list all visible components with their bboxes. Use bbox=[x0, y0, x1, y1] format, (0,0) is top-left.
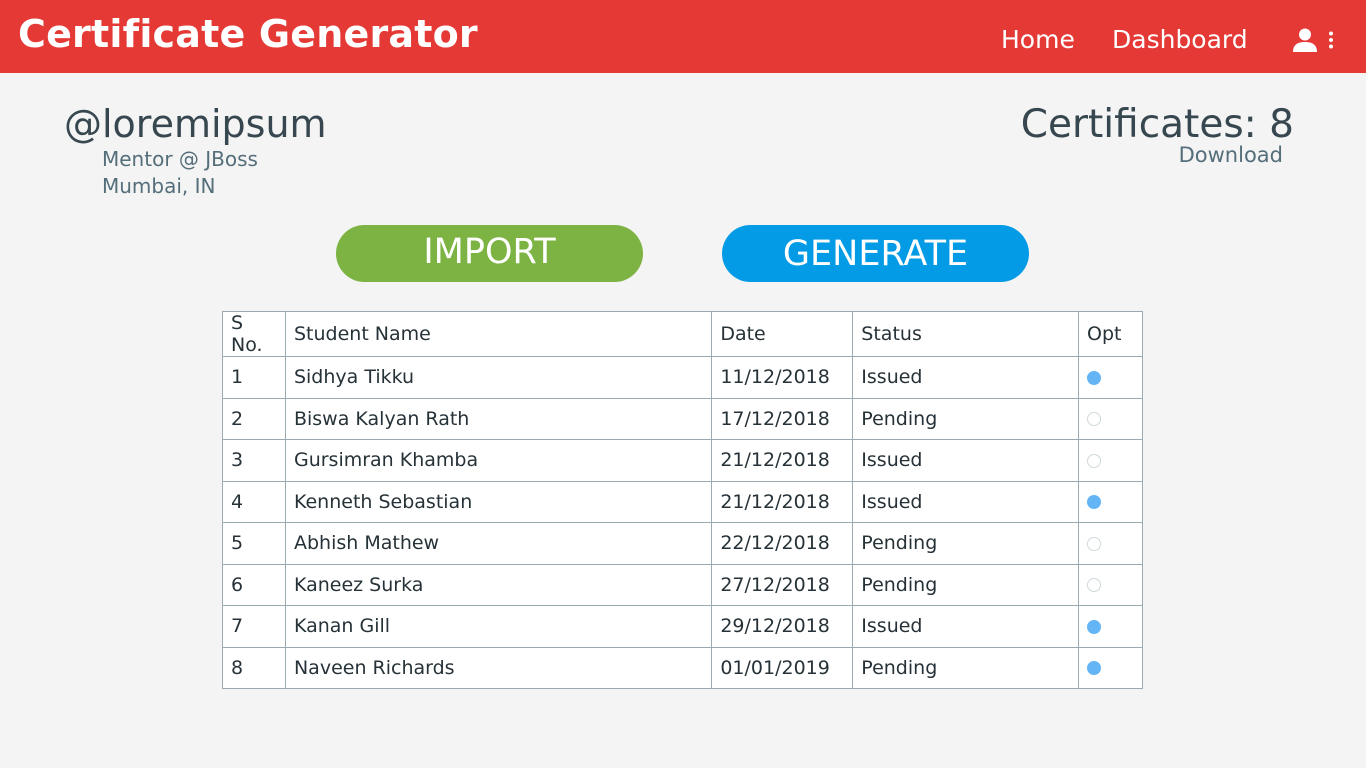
download-link[interactable]: Download bbox=[1179, 143, 1283, 167]
table-row: 2 Biswa Kalyan Rath 17/12/2018 Pending bbox=[222, 397, 1143, 440]
cell-student-name: Kanan Gill bbox=[284, 605, 713, 648]
nav-home-link[interactable]: Home bbox=[1001, 25, 1075, 54]
cell-opt bbox=[1078, 480, 1143, 523]
app-header: Certificate Generator Home Dashboard bbox=[0, 0, 1366, 73]
table-row: 5 Abhish Mathew 22/12/2018 Pending bbox=[222, 522, 1143, 565]
cell-date: 21/12/2018 bbox=[711, 480, 854, 523]
select-radio[interactable] bbox=[1087, 578, 1102, 593]
user-location: Mumbai, IN bbox=[102, 174, 216, 198]
cell-status: Issued bbox=[852, 356, 1080, 399]
cell-opt bbox=[1078, 522, 1143, 565]
import-button[interactable]: IMPORT bbox=[336, 225, 643, 282]
cell-status: Issued bbox=[852, 605, 1080, 648]
cell-date: 22/12/2018 bbox=[711, 522, 854, 565]
cell-student-name: Gursimran Khamba bbox=[284, 439, 713, 482]
column-header-status: Status bbox=[852, 311, 1080, 357]
cell-sno: 2 bbox=[222, 397, 286, 440]
column-header-student-name: Student Name bbox=[284, 311, 713, 357]
cell-status: Issued bbox=[852, 480, 1080, 523]
cell-student-name: Kenneth Sebastian bbox=[284, 480, 713, 523]
cell-sno: 5 bbox=[222, 522, 286, 565]
table-row: 7 Kanan Gill 29/12/2018 Issued bbox=[222, 605, 1143, 648]
cell-status: Pending bbox=[852, 563, 1080, 606]
cell-opt bbox=[1078, 563, 1143, 606]
cell-status: Issued bbox=[852, 439, 1080, 482]
cell-opt bbox=[1078, 646, 1143, 689]
cell-date: 27/12/2018 bbox=[711, 563, 854, 606]
column-header-sno: S No. bbox=[222, 311, 286, 357]
cell-date: 17/12/2018 bbox=[711, 397, 854, 440]
generate-button[interactable]: GENERATE bbox=[722, 225, 1029, 282]
column-header-date: Date bbox=[711, 311, 854, 357]
cell-opt bbox=[1078, 397, 1143, 440]
select-radio[interactable] bbox=[1087, 619, 1102, 634]
cell-status: Pending bbox=[852, 646, 1080, 689]
cell-sno: 3 bbox=[222, 439, 286, 482]
user-icon[interactable] bbox=[1292, 27, 1318, 53]
select-radio[interactable] bbox=[1087, 661, 1102, 676]
select-radio[interactable] bbox=[1087, 453, 1102, 468]
select-radio[interactable] bbox=[1087, 412, 1102, 427]
cell-opt bbox=[1078, 605, 1143, 648]
cell-opt bbox=[1078, 439, 1143, 482]
cell-status: Pending bbox=[852, 397, 1080, 440]
cell-opt bbox=[1078, 356, 1143, 399]
table-row: 4 Kenneth Sebastian 21/12/2018 Issued bbox=[222, 480, 1143, 523]
cell-student-name: Kaneez Surka bbox=[284, 563, 713, 606]
table-row: 8 Naveen Richards 01/01/2019 Pending bbox=[222, 646, 1143, 689]
more-vertical-icon[interactable] bbox=[1327, 31, 1335, 49]
select-radio[interactable] bbox=[1087, 370, 1102, 385]
cell-status: Pending bbox=[852, 522, 1080, 565]
cell-sno: 7 bbox=[222, 605, 286, 648]
certificates-count: Certificates: 8 bbox=[1020, 102, 1294, 147]
cell-student-name: Sidhya Tikku bbox=[284, 356, 713, 399]
cell-date: 11/12/2018 bbox=[711, 356, 854, 399]
app-title: Certificate Generator bbox=[18, 12, 478, 56]
table-header-row: S No. Student Name Date Status Opt bbox=[222, 311, 1143, 357]
cell-date: 29/12/2018 bbox=[711, 605, 854, 648]
column-header-opt: Opt bbox=[1078, 311, 1143, 357]
table-row: 1 Sidhya Tikku 11/12/2018 Issued bbox=[222, 356, 1143, 399]
table-row: 3 Gursimran Khamba 21/12/2018 Issued bbox=[222, 439, 1143, 482]
nav-dashboard-link[interactable]: Dashboard bbox=[1112, 25, 1248, 54]
cell-date: 01/01/2019 bbox=[711, 646, 854, 689]
cell-sno: 1 bbox=[222, 356, 286, 399]
cell-student-name: Abhish Mathew bbox=[284, 522, 713, 565]
table-row: 6 Kaneez Surka 27/12/2018 Pending bbox=[222, 563, 1143, 606]
cell-sno: 8 bbox=[222, 646, 286, 689]
cell-student-name: Naveen Richards bbox=[284, 646, 713, 689]
certificates-table: S No. Student Name Date Status Opt 1 Sidh… bbox=[222, 311, 1143, 689]
select-radio[interactable] bbox=[1087, 536, 1102, 551]
cell-sno: 6 bbox=[222, 563, 286, 606]
select-radio[interactable] bbox=[1087, 495, 1102, 510]
cell-sno: 4 bbox=[222, 480, 286, 523]
cell-student-name: Biswa Kalyan Rath bbox=[284, 397, 713, 440]
cell-date: 21/12/2018 bbox=[711, 439, 854, 482]
user-handle: @loremipsum bbox=[64, 102, 327, 146]
user-role: Mentor @ JBoss bbox=[102, 147, 258, 171]
